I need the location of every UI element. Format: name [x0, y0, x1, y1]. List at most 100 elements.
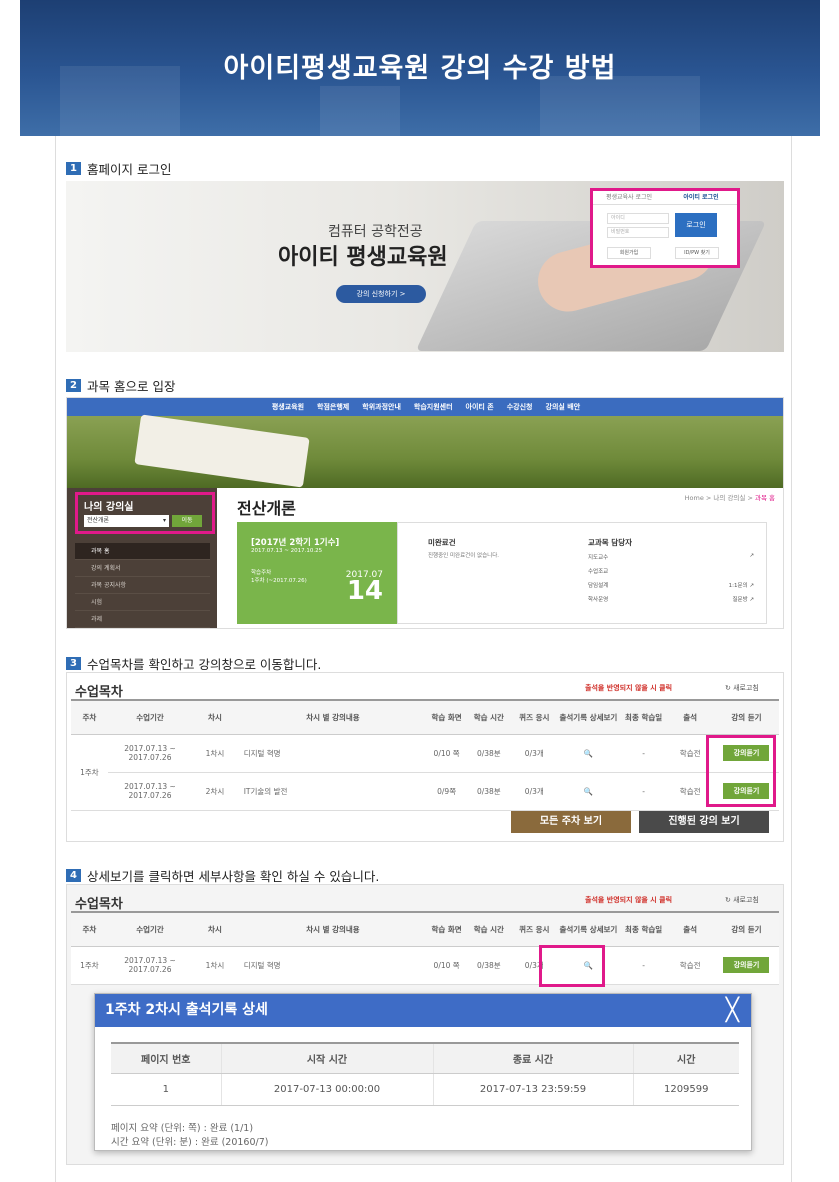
col-header: 학습 화면: [428, 699, 466, 735]
join-button[interactable]: 회원가입: [607, 247, 651, 259]
col-header: 시간: [633, 1042, 739, 1074]
nav-item[interactable]: 평생교육원: [272, 398, 304, 416]
apply-course-button[interactable]: 강의 신청하기 >: [336, 285, 426, 303]
col-header: 시작 시간: [221, 1042, 434, 1074]
content-cell: 디지털 혁명: [237, 734, 429, 773]
col-header: 강의 듣기: [713, 911, 779, 947]
session-cell: 2차시: [192, 772, 238, 811]
magnifier-icon[interactable]: 🔍: [555, 772, 621, 811]
tab-it-login[interactable]: 아이티 로그인: [665, 191, 737, 204]
table-header-row: 주차 수업기간 차시 차시 별 강의내용 학습 화면 학습 시간 퀴즈 응시 출…: [71, 699, 779, 735]
id-field[interactable]: 아이디: [607, 213, 669, 224]
sidebar-item-exam[interactable]: 시험: [75, 594, 210, 611]
lecture-list-title: 수업목차: [75, 897, 123, 912]
term-label: [2017년 2학기 1기수]: [251, 538, 340, 548]
progress-lectures-button[interactable]: 진행된 강의 보기: [639, 811, 769, 833]
chevron-down-icon: ▾: [162, 517, 166, 524]
play-lecture-button[interactable]: 강의듣기: [723, 957, 770, 973]
staff-role: 지도교수: [588, 555, 609, 561]
refresh-button[interactable]: ↻ 새로고침: [725, 895, 759, 905]
col-header: 수업기간: [107, 699, 193, 735]
nav-item[interactable]: 강의실 배안: [546, 398, 581, 416]
course-home-screenshot: 평생교육원 학점은행제 학위과정안내 학습지원센터 아이티 존 수강신청 강의실…: [66, 397, 784, 629]
lecture-table: 주차 수업기간 차시 차시 별 강의내용 학습 화면 학습 시간 퀴즈 응시 출…: [71, 911, 779, 985]
screen-cell: 0/10 쪽: [428, 734, 466, 773]
login-tabs: 평생교육사 로그인 아이티 로그인: [593, 191, 737, 205]
col-header: 학습 시간: [465, 699, 513, 735]
staff-row: 담임설계 1:1문의 ↗: [588, 581, 754, 589]
staff-role: 담임설계: [588, 583, 609, 589]
magnifier-icon[interactable]: 🔍: [555, 734, 621, 773]
col-header: 차시: [192, 911, 238, 947]
col-header: 차시 별 강의내용: [237, 699, 429, 735]
step-number: 2: [66, 379, 81, 392]
step-label: 상세보기를 클릭하면 세부사항을 확인 하실 수 있습니다.: [87, 869, 380, 884]
modal-title: 1주차 2차시 출석기록 상세: [105, 1002, 268, 1018]
sidebar-item-course-home[interactable]: 과목 홈: [75, 543, 210, 560]
step-2-heading: 2 과목 홈으로 입장: [66, 376, 175, 395]
table-row: 2017.07.13 ~ 2017.07.26 2차시 IT기술의 발전 0/9…: [71, 772, 779, 811]
nav-item[interactable]: 학점은행제: [317, 398, 349, 416]
find-id-button[interactable]: ID/PW 찾기: [675, 247, 719, 259]
staff-row: 수업조교: [588, 567, 754, 575]
book-image: [134, 414, 310, 488]
col-header: 주차: [71, 911, 108, 947]
col-header: 출석: [666, 911, 714, 947]
go-button[interactable]: 이동: [172, 515, 202, 527]
pending-title: 미완료건: [428, 538, 456, 547]
nav-item[interactable]: 아이티 존: [466, 398, 494, 416]
staff-link[interactable]: 질문방 ↗: [732, 595, 754, 603]
col-header: 최종 학습일: [620, 699, 667, 735]
nav-item[interactable]: 학위과정안내: [362, 398, 401, 416]
col-header: 페이지 번호: [111, 1042, 222, 1074]
close-icon[interactable]: ╳: [726, 994, 739, 1027]
week-cell: 1주차: [71, 946, 108, 985]
pending-text: 진행중인 미완료건이 없습니다.: [428, 553, 500, 559]
time-cell: 0/38분: [465, 734, 513, 773]
all-weeks-button[interactable]: 모든 주차 보기: [511, 811, 631, 833]
login-button[interactable]: 로그인: [675, 213, 717, 237]
start-time-cell: 2017-07-13 00:00:00: [221, 1073, 434, 1106]
content-cell: IT기술의 발전: [237, 772, 429, 811]
staff-link[interactable]: 1:1문의 ↗: [729, 581, 754, 589]
page: 아이티평생교육원 강의 수강 방법 1 홈페이지 로그인 컴퓨터 공학전공 아이…: [0, 0, 839, 1182]
tab-lifelong-login[interactable]: 평생교육사 로그인: [593, 191, 665, 204]
login-box: 평생교육사 로그인 아이티 로그인 아이디 비밀번호 로그인 회원가입 ID/P…: [590, 188, 740, 268]
hero-subtitle: 컴퓨터 공학전공: [328, 224, 423, 240]
screen-cell: 0/9쪽: [428, 772, 466, 811]
last-study-cell: -: [620, 734, 667, 773]
week-info: 학습주차 1주차 (~2017.07.26): [251, 568, 307, 584]
highlight-detail-button: [539, 945, 605, 987]
sidebar-menu: 과목 홈 강의 계획서 과목 공지사항 시험 과제: [75, 543, 210, 628]
col-header: 퀴즈 응시: [512, 911, 556, 947]
content-cell: 디지털 혁명: [237, 946, 429, 985]
week-cell: 1주차: [71, 734, 108, 811]
my-lecture-title: 나의 강의실: [84, 502, 134, 513]
course-select-value: 전산개론: [87, 517, 110, 524]
attendance-detail-table: 페이지 번호 시작 시간 종료 시간 시간 1 2017-07-13 00:00…: [111, 1042, 739, 1106]
col-header: 수업기간: [107, 911, 193, 947]
grass-photo: [67, 414, 783, 488]
attendance-notice-link[interactable]: 출석을 반영되지 않을 시 클릭: [585, 895, 672, 905]
nav-item[interactable]: 수강신청: [507, 398, 533, 416]
attendance-notice-link[interactable]: 출석을 반영되지 않을 시 클릭: [585, 683, 672, 693]
page-number-cell: 1: [111, 1073, 222, 1106]
course-select[interactable]: 전산개론 ▾: [84, 515, 169, 527]
col-header: 종료 시간: [433, 1042, 634, 1074]
password-field[interactable]: 비밀번호: [607, 227, 669, 238]
attendance-detail-modal: 1주차 2차시 출석기록 상세 ╳ 페이지 번호 시작 시간 종료 시간 시간 …: [94, 993, 752, 1151]
course-info-box: 미완료건 진행중인 미완료건이 없습니다. 교과목 담당자 지도교수 ↗ 수업조교…: [397, 522, 767, 624]
lecture-list-panel: 수업목차 출석을 반영되지 않을 시 클릭 ↻ 새로고침 주차 수업기간 차시 …: [66, 672, 784, 842]
session-cell: 1차시: [192, 734, 238, 773]
breadcrumb: Home > 나의 강의실 > 과목 홈: [685, 492, 775, 502]
staff-row: 지도교수 ↗: [588, 553, 754, 561]
step-3-heading: 3 수업목차를 확인하고 강의창으로 이동합니다.: [66, 654, 321, 673]
staff-link[interactable]: ↗: [749, 553, 754, 561]
sidebar-item-syllabus[interactable]: 강의 계획서: [75, 560, 210, 577]
sidebar-item-notice[interactable]: 과목 공지사항: [75, 577, 210, 594]
period-cell: 2017.07.13 ~ 2017.07.26: [107, 734, 193, 773]
refresh-button[interactable]: ↻ 새로고침: [725, 683, 759, 693]
end-time-cell: 2017-07-13 23:59:59: [433, 1073, 634, 1106]
nav-item[interactable]: 학습지원센터: [414, 398, 453, 416]
sidebar-item-assignment[interactable]: 과제: [75, 611, 210, 628]
